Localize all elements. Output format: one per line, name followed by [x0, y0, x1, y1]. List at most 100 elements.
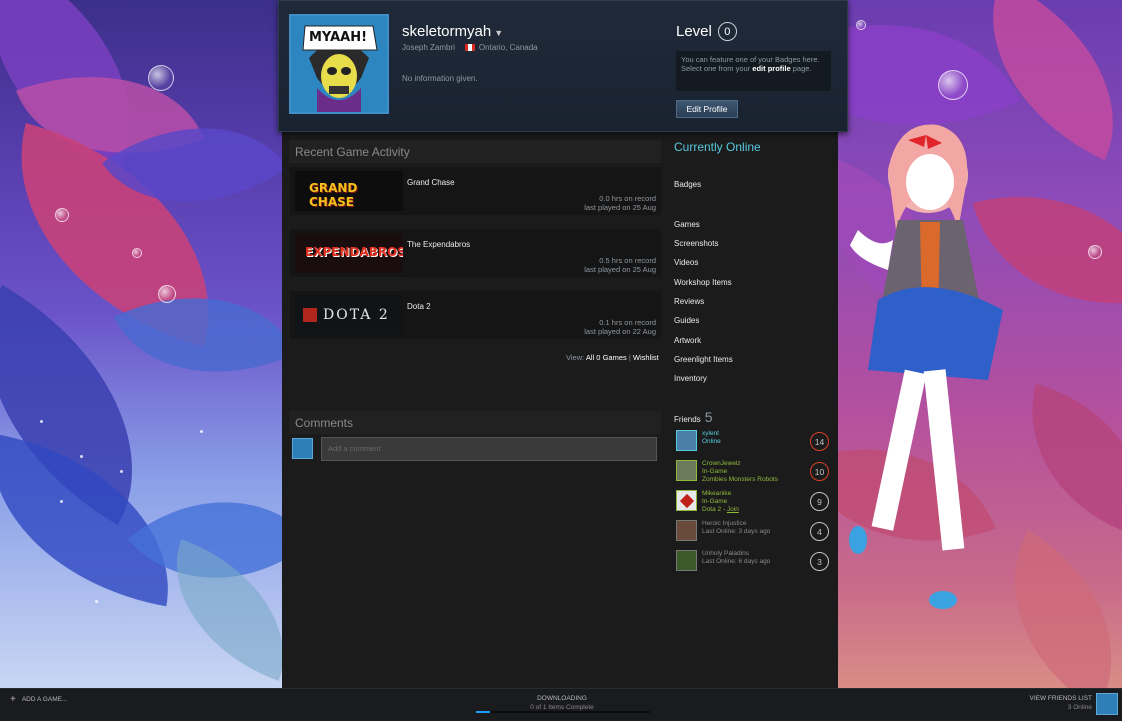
game-capsule[interactable]: GRAND CHASE	[295, 171, 403, 211]
last-played: last played on 25 Aug	[584, 203, 656, 212]
edit-profile-link[interactable]: edit profile	[752, 64, 790, 73]
friends-label: Friends	[674, 415, 701, 424]
friend-item[interactable]: Unholy Paladins Last Online: 6 days ago …	[676, 550, 831, 574]
background-art-left	[0, 0, 282, 688]
friend-game: Zombies Monsters Robots	[702, 476, 778, 483]
game-row-grand-chase[interactable]: GRAND CHASE Grand Chase 0.0 hrs on recor…	[290, 167, 661, 215]
game-row-dota-2[interactable]: DOTA 2 Dota 2 0.1 hrs on record last pla…	[290, 291, 661, 339]
friend-avatar[interactable]	[676, 460, 697, 481]
add-game-button[interactable]: + ADD A GAME...	[10, 694, 67, 705]
game-capsule[interactable]: DOTA 2	[295, 295, 403, 335]
wishlist-link[interactable]: Wishlist	[633, 353, 659, 362]
comments-title: Comments	[289, 411, 661, 434]
location: Ontario, Canada	[478, 43, 538, 52]
friend-game-name: Dota 2 -	[702, 506, 727, 513]
friends-heading[interactable]: Friends 5	[674, 409, 712, 425]
online-status: Currently Online	[674, 140, 761, 154]
game-name[interactable]: Grand Chase	[407, 178, 455, 187]
all-games-link[interactable]: All 0 Games	[586, 353, 627, 362]
nav-guides[interactable]: Guides	[674, 316, 699, 325]
friend-name[interactable]: CrownJewelz	[702, 460, 741, 468]
friend-level-badge: 9	[810, 492, 829, 511]
hours-on-record: 0.1 hrs on record	[599, 318, 656, 327]
profile-header: MYAAH! skeletormyah ▼ Joseph Zambri Ontar…	[278, 0, 848, 132]
friend-status: Last Online: 6 days ago	[702, 558, 771, 565]
avatar-speech-text: MYAAH!	[309, 30, 368, 45]
add-game-label: ADD A GAME...	[21, 696, 68, 703]
friend-level-badge: 14	[810, 432, 829, 451]
friends-online-count: 3 Online	[1067, 704, 1092, 711]
persona-name[interactable]: skeletormyah ▼	[402, 23, 503, 40]
friend-avatar[interactable]	[676, 520, 697, 541]
game-row-expendabros[interactable]: EXPENDABROS The Expendabros 0.5 hrs on r…	[290, 229, 661, 277]
view-games-links: View: All 0 Games | Wishlist	[566, 353, 659, 362]
dota-logo-icon	[303, 308, 317, 322]
friend-item[interactable]: Heroic Injustice Last Online: 3 days ago…	[676, 520, 831, 544]
nav-greenlight-items[interactable]: Greenlight Items	[674, 355, 733, 364]
view-label: View:	[566, 353, 585, 362]
character-illustration-icon	[849, 124, 1003, 609]
friend-status: In-Game	[702, 498, 728, 505]
join-game-link[interactable]: Join	[727, 506, 739, 513]
badge-hint-3: page.	[792, 64, 812, 73]
nav-screenshots[interactable]: Screenshots	[674, 239, 718, 248]
profile-avatar[interactable]: MYAAH!	[289, 14, 389, 114]
friend-status: Last Online: 3 days ago	[702, 528, 771, 535]
game-hours: 0.0 hrs on record last played on 25 Aug	[584, 194, 656, 212]
friend-item[interactable]: CrownJewelz In-Game Zombies Monsters Rob…	[676, 460, 831, 484]
level-display: Level 0	[676, 22, 737, 41]
friend-name[interactable]: Unholy Paladins	[702, 550, 749, 558]
friend-status: In-Game	[702, 468, 728, 475]
badge-hint-1: You can feature one of your Badges here.	[681, 55, 820, 64]
friend-status: Online	[702, 438, 721, 445]
real-name-location: Joseph Zambri Ontario, Canada	[402, 43, 538, 52]
comment-input[interactable]: Add a comment	[321, 437, 657, 461]
separator: |	[628, 353, 631, 362]
game-capsule-logo: EXPENDABROS	[305, 245, 403, 259]
commenter-avatar	[292, 438, 313, 459]
edit-profile-button[interactable]: Edit Profile	[676, 100, 738, 118]
friend-item[interactable]: xylent Online 14	[676, 430, 831, 454]
view-friends-list-button[interactable]: VIEW FRIENDS LIST 3 Online	[1030, 694, 1092, 712]
friend-level-badge: 3	[810, 552, 829, 571]
plus-icon: +	[10, 694, 16, 705]
friend-name[interactable]: Mikeanike	[702, 490, 731, 498]
nav-badges[interactable]: Badges	[674, 180, 701, 189]
game-capsule-logo: GRAND CHASE	[309, 181, 358, 209]
download-status[interactable]: DOWNLOADING 0 of 1 Items Complete	[478, 694, 646, 712]
user-avatar[interactable]	[1096, 693, 1118, 715]
maple-leaf-icon	[679, 493, 695, 509]
view-friends-label: VIEW FRIENDS LIST	[1029, 695, 1092, 702]
nav-videos[interactable]: Videos	[674, 258, 698, 267]
downloading-label: DOWNLOADING	[537, 695, 587, 702]
game-name[interactable]: The Expendabros	[407, 240, 470, 249]
friend-level-badge: 10	[810, 462, 829, 481]
featured-badge-box: You can feature one of your Badges here.…	[676, 51, 831, 91]
friend-avatar[interactable]	[676, 490, 697, 511]
game-hours: 0.1 hrs on record last played on 22 Aug	[584, 318, 656, 336]
nav-inventory[interactable]: Inventory	[674, 374, 707, 383]
friend-avatar[interactable]	[676, 430, 697, 451]
badge-hint-2: Select one from your	[681, 64, 751, 73]
recent-activity-title: Recent Game Activity	[289, 140, 661, 163]
game-capsule[interactable]: EXPENDABROS	[295, 233, 403, 273]
friend-item[interactable]: Mikeanike In-Game Dota 2 - Join 9	[676, 490, 831, 514]
hours-on-record: 0.0 hrs on record	[599, 194, 656, 203]
friend-avatar[interactable]	[676, 550, 697, 571]
nav-games[interactable]: Games	[674, 220, 700, 229]
nav-workshop-items[interactable]: Workshop Items	[674, 278, 732, 287]
friend-level-badge: 4	[810, 522, 829, 541]
nav-reviews[interactable]: Reviews	[674, 297, 704, 306]
friend-game: Dota 2 - Join	[702, 506, 739, 514]
game-name[interactable]: Dota 2	[407, 302, 431, 311]
friend-name[interactable]: Heroic Injustice	[702, 520, 746, 528]
friend-name[interactable]: xylent	[702, 430, 719, 438]
profile-summary: No information given.	[402, 74, 478, 83]
real-name: Joseph Zambri	[402, 43, 455, 52]
nav-artwork[interactable]: Artwork	[674, 336, 701, 345]
persona-name-text: skeletormyah	[402, 23, 492, 40]
level-badge[interactable]: 0	[717, 22, 737, 41]
last-played: last played on 25 Aug	[584, 265, 656, 274]
caret-down-icon[interactable]: ▼	[494, 28, 503, 38]
download-progress-fill	[476, 711, 490, 713]
